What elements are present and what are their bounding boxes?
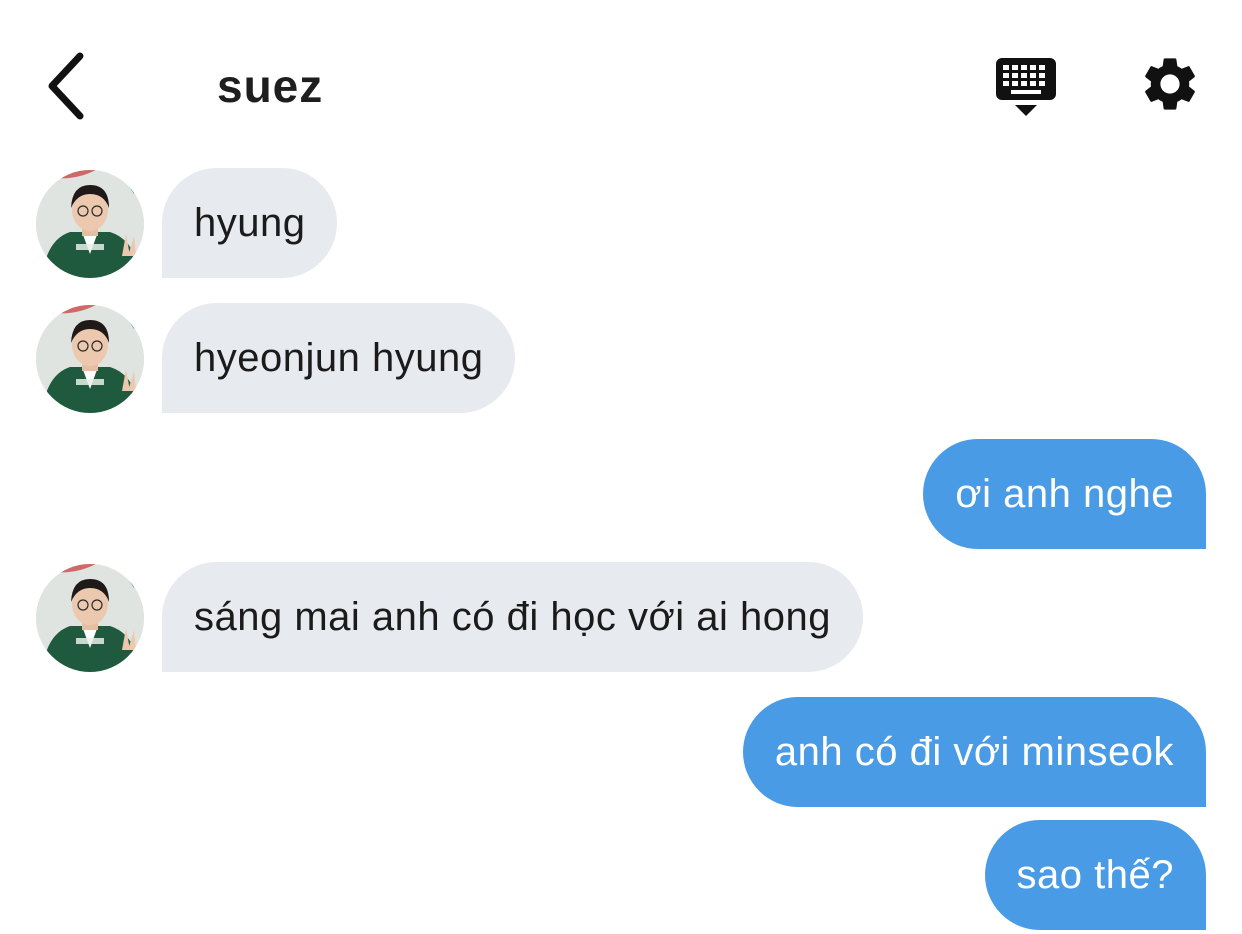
message-row-outgoing: sao thế? [0,820,1242,932]
keyboard-button[interactable] [994,54,1058,118]
back-button[interactable] [36,48,96,124]
message-row-incoming: hyung [0,168,1242,280]
contact-photo [36,305,144,413]
message-row-incoming: sáng mai anh có đi học với ai hong [0,562,1242,674]
incoming-message-bubble[interactable]: sáng mai anh có đi học với ai hong [162,562,863,672]
incoming-message-bubble[interactable]: hyung [162,168,338,278]
avatar[interactable] [36,564,144,672]
settings-button[interactable] [1138,52,1202,116]
message-row-outgoing: anh có đi với minseok [0,697,1242,809]
contact-photo [36,564,144,672]
conversation-title: suez [217,60,324,112]
outgoing-message-bubble[interactable]: ơi anh nghe [923,439,1206,549]
gear-icon [1145,58,1195,110]
message-row-incoming: hyeonjun hyung [0,303,1242,415]
avatar[interactable] [36,170,144,278]
message-row-outgoing: ơi anh nghe [0,439,1242,551]
outgoing-message-bubble[interactable]: sao thế? [984,820,1206,930]
chat-header: suez [0,0,1242,150]
incoming-message-bubble[interactable]: hyeonjun hyung [162,303,516,413]
chevron-left-icon [48,52,84,120]
outgoing-message-bubble[interactable]: anh có đi với minseok [742,697,1206,807]
avatar[interactable] [36,305,144,413]
contact-photo [36,170,144,278]
keyboard-hide-icon [996,58,1056,116]
